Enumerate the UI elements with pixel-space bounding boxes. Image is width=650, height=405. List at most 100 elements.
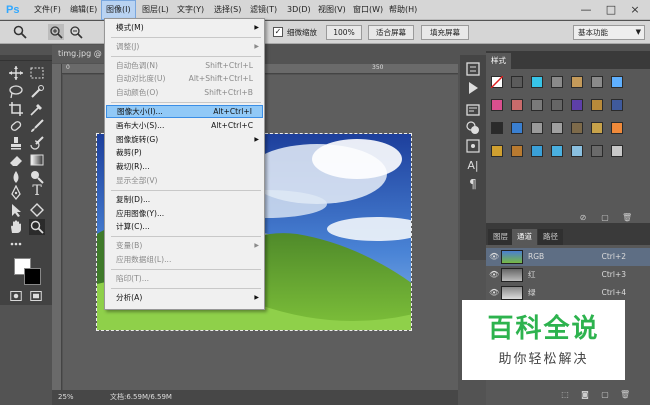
delete-style-icon[interactable]: 🗑 <box>622 213 632 223</box>
style-swatch[interactable] <box>491 99 503 111</box>
history-brush-tool-icon[interactable] <box>29 135 45 151</box>
zoom-out-icon[interactable] <box>68 24 84 40</box>
style-swatch[interactable] <box>551 145 563 157</box>
style-swatch[interactable] <box>511 99 523 111</box>
blur-tool-icon[interactable] <box>8 169 24 185</box>
menu-view[interactable]: 视图(V) <box>314 0 350 20</box>
gradient-tool-icon[interactable] <box>29 152 45 168</box>
style-swatch[interactable] <box>551 122 563 134</box>
tab-channels[interactable]: 通道 <box>512 229 537 245</box>
menu-item[interactable]: 模式(M) ▶ <box>106 21 263 34</box>
eraser-tool-icon[interactable] <box>8 152 24 168</box>
menu-item[interactable]: 画布大小(S)... Alt+Ctrl+C <box>106 119 263 132</box>
quick-select-tool-icon[interactable] <box>29 84 45 100</box>
quick-mask-icon[interactable] <box>10 290 22 302</box>
menu-window[interactable]: 窗口(W) <box>349 0 387 20</box>
clone-stamp-tool-icon[interactable] <box>8 135 24 151</box>
toolbox-grip[interactable] <box>0 55 52 61</box>
style-swatch[interactable] <box>491 145 503 157</box>
screen-mode-icon[interactable] <box>30 290 42 302</box>
properties-panel-icon[interactable] <box>465 102 481 118</box>
menu-filter[interactable]: 滤镜(T) <box>246 0 281 20</box>
style-swatch[interactable] <box>611 76 623 88</box>
channel-row-rgb[interactable]: 👁 RGB Ctrl+2 <box>486 248 650 266</box>
path-selection-tool-icon[interactable] <box>8 202 24 218</box>
hand-tool-icon[interactable] <box>8 219 24 235</box>
eye-icon[interactable]: 👁 <box>489 266 499 284</box>
style-swatch[interactable] <box>531 122 543 134</box>
fit-screen-button[interactable]: 适合屏幕 <box>368 25 414 40</box>
style-swatch[interactable] <box>591 145 603 157</box>
menu-item[interactable]: 裁切(R)... <box>106 160 263 173</box>
style-swatch[interactable] <box>571 145 583 157</box>
fill-screen-button[interactable]: 填充屏幕 <box>421 25 469 40</box>
zoom-level[interactable]: 25% <box>58 390 74 405</box>
new-style-icon[interactable]: ▢ <box>600 213 610 223</box>
style-swatch[interactable] <box>611 122 623 134</box>
menu-layer[interactable]: 图层(L) <box>138 0 173 20</box>
eye-icon[interactable]: 👁 <box>489 248 499 266</box>
type-tool-icon[interactable]: T <box>29 183 45 199</box>
tab-styles[interactable]: 样式 <box>486 53 511 69</box>
more-tools-icon[interactable] <box>8 236 24 252</box>
style-swatch[interactable] <box>511 76 523 88</box>
load-selection-icon[interactable]: ⬚ <box>560 390 570 400</box>
style-swatch[interactable] <box>491 122 503 134</box>
new-channel-icon[interactable]: ▢ <box>600 390 610 400</box>
move-tool-icon[interactable] <box>8 65 24 81</box>
style-swatch[interactable] <box>611 99 623 111</box>
background-color-swatch[interactable] <box>24 268 41 285</box>
style-swatch[interactable] <box>531 76 543 88</box>
menu-edit[interactable]: 编辑(E) <box>66 0 101 20</box>
zoom-tool-active-icon[interactable] <box>29 219 45 235</box>
style-swatch[interactable] <box>571 99 583 111</box>
tab-paths[interactable]: 路径 <box>538 229 563 245</box>
zoom-100-button[interactable]: 100% <box>326 25 362 40</box>
menu-select[interactable]: 选择(S) <box>210 0 245 20</box>
crop-tool-icon[interactable] <box>8 101 24 117</box>
scrubby-zoom-checkbox[interactable]: ✓ <box>273 27 283 37</box>
style-swatch[interactable] <box>551 76 563 88</box>
tab-layers[interactable]: 图层 <box>488 229 513 245</box>
menu-item[interactable]: 图像旋转(G) ▶ <box>106 133 263 146</box>
menu-item[interactable]: 分析(A) ▶ <box>106 291 263 304</box>
menu-help[interactable]: 帮助(H) <box>385 0 421 20</box>
brush-tool-icon[interactable] <box>29 118 45 134</box>
style-swatch[interactable] <box>531 145 543 157</box>
save-selection-icon[interactable]: ◙ <box>580 390 590 400</box>
pen-tool-icon[interactable] <box>8 185 24 201</box>
zoom-tool-icon[interactable] <box>12 24 28 40</box>
menu-item[interactable]: 裁剪(P) <box>106 146 263 159</box>
style-swatch[interactable] <box>511 145 523 157</box>
style-swatch[interactable] <box>551 99 563 111</box>
style-swatch[interactable] <box>591 99 603 111</box>
adjustments-panel-icon[interactable] <box>465 120 481 136</box>
lasso-tool-icon[interactable] <box>8 84 24 100</box>
menu-type[interactable]: 文字(Y) <box>173 0 208 20</box>
paragraph-panel-icon[interactable]: ¶ <box>465 176 481 192</box>
close-button[interactable]: × <box>624 0 646 20</box>
zoom-in-icon[interactable] <box>48 24 64 40</box>
style-swatch[interactable] <box>511 122 523 134</box>
style-swatch[interactable] <box>611 145 623 157</box>
style-swatch[interactable] <box>591 76 603 88</box>
minimize-button[interactable]: — <box>575 0 597 20</box>
style-swatch[interactable] <box>571 76 583 88</box>
menu-item[interactable]: 图像大小(I)... Alt+Ctrl+I <box>106 105 263 118</box>
workspace-select[interactable]: 基本功能 ▼ <box>573 25 645 40</box>
menu-item[interactable]: 计算(C)... <box>106 220 263 233</box>
healing-brush-tool-icon[interactable] <box>8 118 24 134</box>
menu-3d[interactable]: 3D(D) <box>283 0 315 20</box>
shape-tool-icon[interactable] <box>29 202 45 218</box>
actions-play-icon[interactable] <box>465 80 481 96</box>
delete-channel-icon[interactable]: 🗑 <box>620 390 630 400</box>
clear-style-icon[interactable]: ⊘ <box>578 213 588 223</box>
info-panel-icon[interactable] <box>465 138 481 154</box>
style-swatch[interactable] <box>531 99 543 111</box>
character-panel-icon[interactable]: A| <box>465 158 481 174</box>
eyedropper-tool-icon[interactable] <box>29 101 45 117</box>
style-swatch[interactable] <box>571 122 583 134</box>
style-swatch[interactable] <box>591 122 603 134</box>
document-tab[interactable]: timg.jpg @ <box>52 45 112 63</box>
menu-image[interactable]: 图像(I) <box>101 0 136 20</box>
